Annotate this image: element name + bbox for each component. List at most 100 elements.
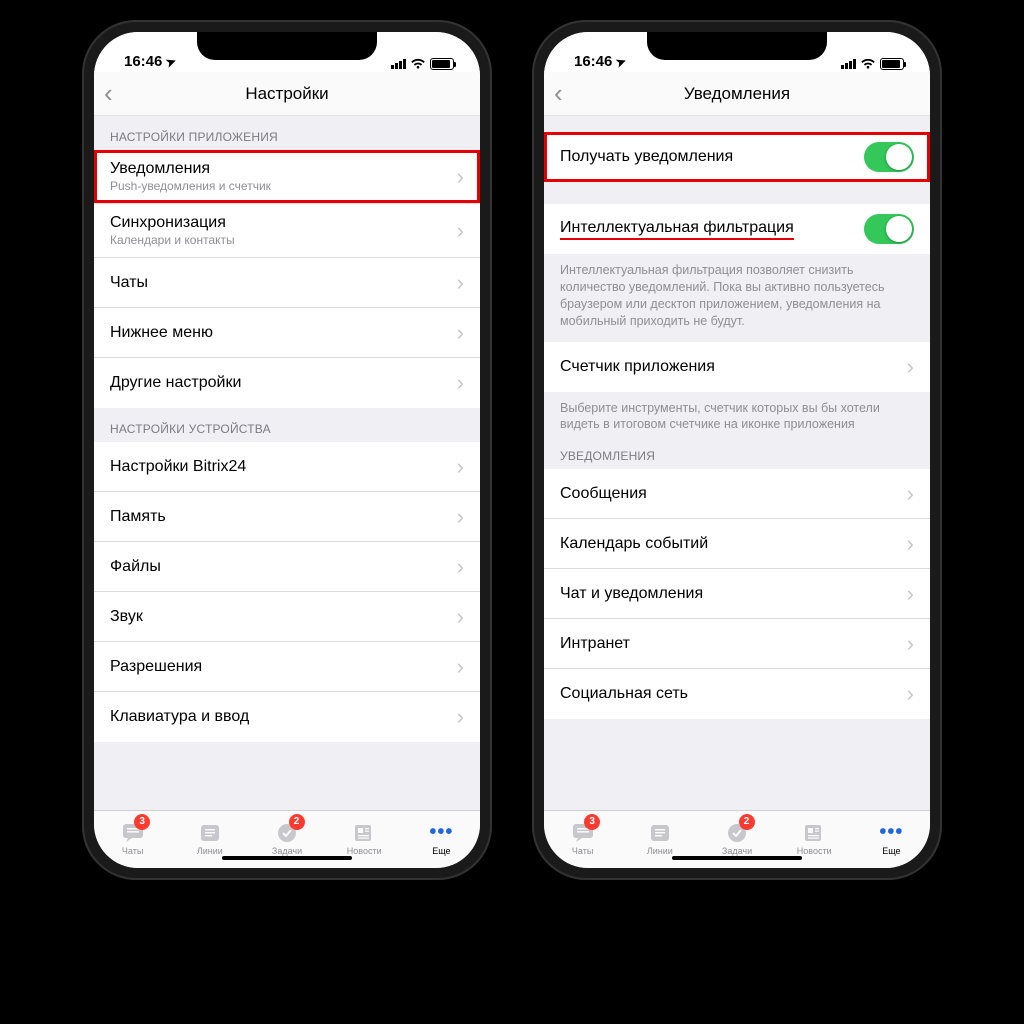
row-sync[interactable]: Синхронизация Календари и контакты › bbox=[94, 204, 480, 258]
page-title: Настройки bbox=[245, 84, 328, 104]
phone-right: 16:46 ‹ Уведомления Получать уведомления bbox=[532, 20, 942, 880]
back-button[interactable]: ‹ bbox=[554, 72, 563, 115]
counter-description: Выберите инструменты, счетчик которых вы… bbox=[544, 392, 930, 446]
row-title: Календарь событий bbox=[560, 535, 899, 553]
tab-label: Задачи bbox=[722, 846, 752, 856]
tab-label: Еще bbox=[882, 846, 900, 856]
tab-more[interactable]: ••• Еще bbox=[403, 811, 480, 866]
signal-icon bbox=[391, 59, 406, 69]
tab-label: Задачи bbox=[272, 846, 302, 856]
news-icon bbox=[351, 822, 377, 844]
row-social[interactable]: Социальная сеть › bbox=[544, 669, 930, 719]
wifi-icon bbox=[860, 58, 876, 70]
row-memory[interactable]: Память› bbox=[94, 492, 480, 542]
badge: 3 bbox=[584, 814, 600, 830]
chevron-right-icon: › bbox=[457, 454, 464, 480]
row-receive-notifications[interactable]: Получать уведомления bbox=[544, 132, 930, 182]
chevron-right-icon: › bbox=[457, 504, 464, 530]
row-title: Счетчик приложения bbox=[560, 358, 899, 376]
chevron-right-icon: › bbox=[457, 654, 464, 680]
row-title: Звук bbox=[110, 608, 449, 626]
filter-description: Интеллектуальная фильтрация позволяет сн… bbox=[544, 254, 930, 342]
chevron-right-icon: › bbox=[457, 554, 464, 580]
row-title: Настройки Bitrix24 bbox=[110, 458, 449, 476]
tab-chats[interactable]: 3 Чаты bbox=[94, 811, 171, 866]
chevron-right-icon: › bbox=[907, 531, 914, 557]
row-keyboard[interactable]: Клавиатура и ввод › bbox=[94, 692, 480, 742]
nav-header: ‹ Уведомления bbox=[544, 72, 930, 116]
section-header-app: НАСТРОЙКИ ПРИЛОЖЕНИЯ bbox=[94, 116, 480, 150]
news-icon bbox=[801, 822, 827, 844]
row-title: Получать уведомления bbox=[560, 148, 864, 166]
chevron-right-icon: › bbox=[457, 320, 464, 346]
row-app-counter[interactable]: Счетчик приложения › bbox=[544, 342, 930, 392]
settings-content[interactable]: НАСТРОЙКИ ПРИЛОЖЕНИЯ Уведомления Push-ув… bbox=[94, 116, 480, 810]
tab-label: Еще bbox=[432, 846, 450, 856]
lines-icon bbox=[647, 822, 673, 844]
badge: 3 bbox=[134, 814, 150, 830]
row-messages[interactable]: Сообщения › bbox=[544, 469, 930, 519]
status-time: 16:46 bbox=[574, 53, 612, 70]
row-title: Синхронизация bbox=[110, 214, 449, 232]
row-title: Другие настройки bbox=[110, 374, 449, 392]
tab-label: Чаты bbox=[572, 846, 593, 856]
row-subtitle: Календари и контакты bbox=[110, 233, 449, 247]
row-notifications[interactable]: Уведомления Push-уведомления и счетчик › bbox=[94, 150, 480, 204]
chevron-right-icon: › bbox=[457, 164, 464, 190]
chevron-right-icon: › bbox=[907, 631, 914, 657]
row-chat-notif[interactable]: Чат и уведомления › bbox=[544, 569, 930, 619]
row-intranet[interactable]: Интранет› bbox=[544, 619, 930, 669]
chevron-right-icon: › bbox=[457, 704, 464, 730]
row-title: Разрешения bbox=[110, 658, 449, 676]
wifi-icon bbox=[410, 58, 426, 70]
notifications-content[interactable]: Получать уведомления Интеллектуальная фи… bbox=[544, 116, 930, 810]
more-icon: ••• bbox=[878, 822, 904, 844]
row-title: Файлы bbox=[110, 558, 449, 576]
chevron-right-icon: › bbox=[457, 370, 464, 396]
row-chats[interactable]: Чаты › bbox=[94, 258, 480, 308]
tab-more[interactable]: ••• Еще bbox=[853, 811, 930, 866]
notch bbox=[647, 32, 827, 60]
tab-chats[interactable]: 3 Чаты bbox=[544, 811, 621, 866]
row-files[interactable]: Файлы › bbox=[94, 542, 480, 592]
toggle-switch[interactable] bbox=[864, 214, 914, 244]
home-indicator bbox=[222, 856, 352, 860]
chevron-right-icon: › bbox=[907, 481, 914, 507]
chevron-right-icon: › bbox=[457, 604, 464, 630]
row-smart-filter[interactable]: Интеллектуальная фильтрация bbox=[544, 204, 930, 254]
chevron-right-icon: › bbox=[907, 681, 914, 707]
phone-left: 16:46 ‹ Настройки НАСТРОЙКИ ПРИЛОЖЕНИЯ У… bbox=[82, 20, 492, 880]
location-icon bbox=[616, 53, 626, 70]
section-header-notifications: УВЕДОМЛЕНИЯ bbox=[544, 445, 930, 469]
row-title: Чаты bbox=[110, 274, 449, 292]
chevron-right-icon: › bbox=[907, 581, 914, 607]
row-title: Чат и уведомления bbox=[560, 585, 899, 603]
row-permissions[interactable]: Разрешения › bbox=[94, 642, 480, 692]
row-title: Социальная сеть bbox=[560, 685, 899, 703]
page-title: Уведомления bbox=[684, 84, 790, 104]
nav-header: ‹ Настройки bbox=[94, 72, 480, 116]
tab-label: Линии bbox=[197, 846, 223, 856]
back-button[interactable]: ‹ bbox=[104, 72, 113, 115]
home-indicator bbox=[672, 856, 802, 860]
section-header-device: НАСТРОЙКИ УСТРОЙСТВА bbox=[94, 408, 480, 442]
battery-icon bbox=[430, 58, 454, 70]
chevron-right-icon: › bbox=[907, 354, 914, 380]
chevron-right-icon: › bbox=[457, 218, 464, 244]
more-icon: ••• bbox=[428, 822, 454, 844]
toggle-switch[interactable] bbox=[864, 142, 914, 172]
tab-label: Новости bbox=[797, 846, 832, 856]
row-title: Клавиатура и ввод bbox=[110, 708, 449, 726]
row-other-settings[interactable]: Другие настройки › bbox=[94, 358, 480, 408]
row-title: Уведомления bbox=[110, 160, 449, 178]
chevron-right-icon: › bbox=[457, 270, 464, 296]
signal-icon bbox=[841, 59, 856, 69]
row-bitrix24[interactable]: Настройки Bitrix24 › bbox=[94, 442, 480, 492]
tab-label: Линии bbox=[647, 846, 673, 856]
row-calendar[interactable]: Календарь событий › bbox=[544, 519, 930, 569]
row-sound[interactable]: Звук › bbox=[94, 592, 480, 642]
battery-icon bbox=[880, 58, 904, 70]
row-title: Интеллектуальная фильтрация bbox=[560, 219, 864, 240]
row-bottom-menu[interactable]: Нижнее меню › bbox=[94, 308, 480, 358]
row-title: Сообщения bbox=[560, 485, 899, 503]
